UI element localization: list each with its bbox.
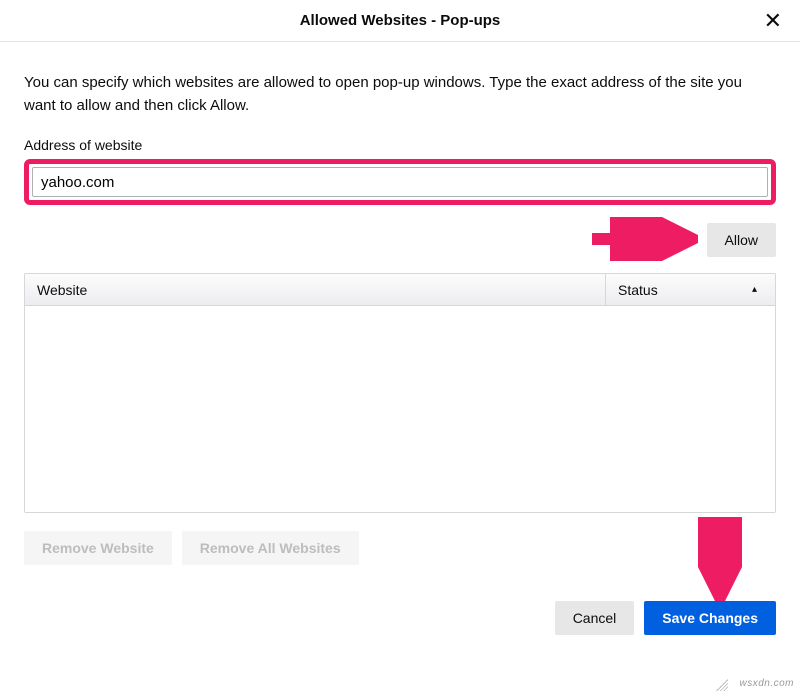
address-label: Address of website (24, 137, 776, 153)
dialog-header: Allowed Websites - Pop-ups ✕ (0, 0, 800, 42)
close-icon[interactable]: ✕ (764, 10, 782, 32)
allow-row: Allow (24, 223, 776, 257)
column-header-status-label: Status (618, 282, 658, 298)
save-changes-button[interactable]: Save Changes (644, 601, 776, 635)
remove-all-websites-button: Remove All Websites (182, 531, 359, 565)
description-text: You can specify which websites are allow… (24, 72, 776, 117)
remove-website-button: Remove Website (24, 531, 172, 565)
websites-table: Website Status ▴ (24, 273, 776, 513)
column-header-website[interactable]: Website (25, 274, 605, 305)
table-header: Website Status ▴ (25, 274, 775, 306)
arrow-annotation-allow (588, 217, 698, 261)
column-header-status[interactable]: Status ▴ (605, 274, 775, 305)
cancel-button[interactable]: Cancel (555, 601, 635, 635)
dialog-content: You can specify which websites are allow… (0, 42, 800, 635)
table-body (25, 306, 775, 512)
allow-button[interactable]: Allow (707, 223, 776, 257)
sort-caret-icon: ▴ (752, 284, 757, 295)
address-input[interactable] (32, 167, 768, 197)
dialog-title: Allowed Websites - Pop-ups (300, 12, 501, 29)
footer-buttons-row: Cancel Save Changes (24, 601, 776, 635)
address-input-highlight (24, 159, 776, 205)
column-header-website-label: Website (37, 282, 87, 298)
resize-grip-icon (714, 677, 728, 691)
remove-buttons-row: Remove Website Remove All Websites (24, 531, 776, 565)
watermark-text: wsxdn.com (739, 678, 794, 689)
